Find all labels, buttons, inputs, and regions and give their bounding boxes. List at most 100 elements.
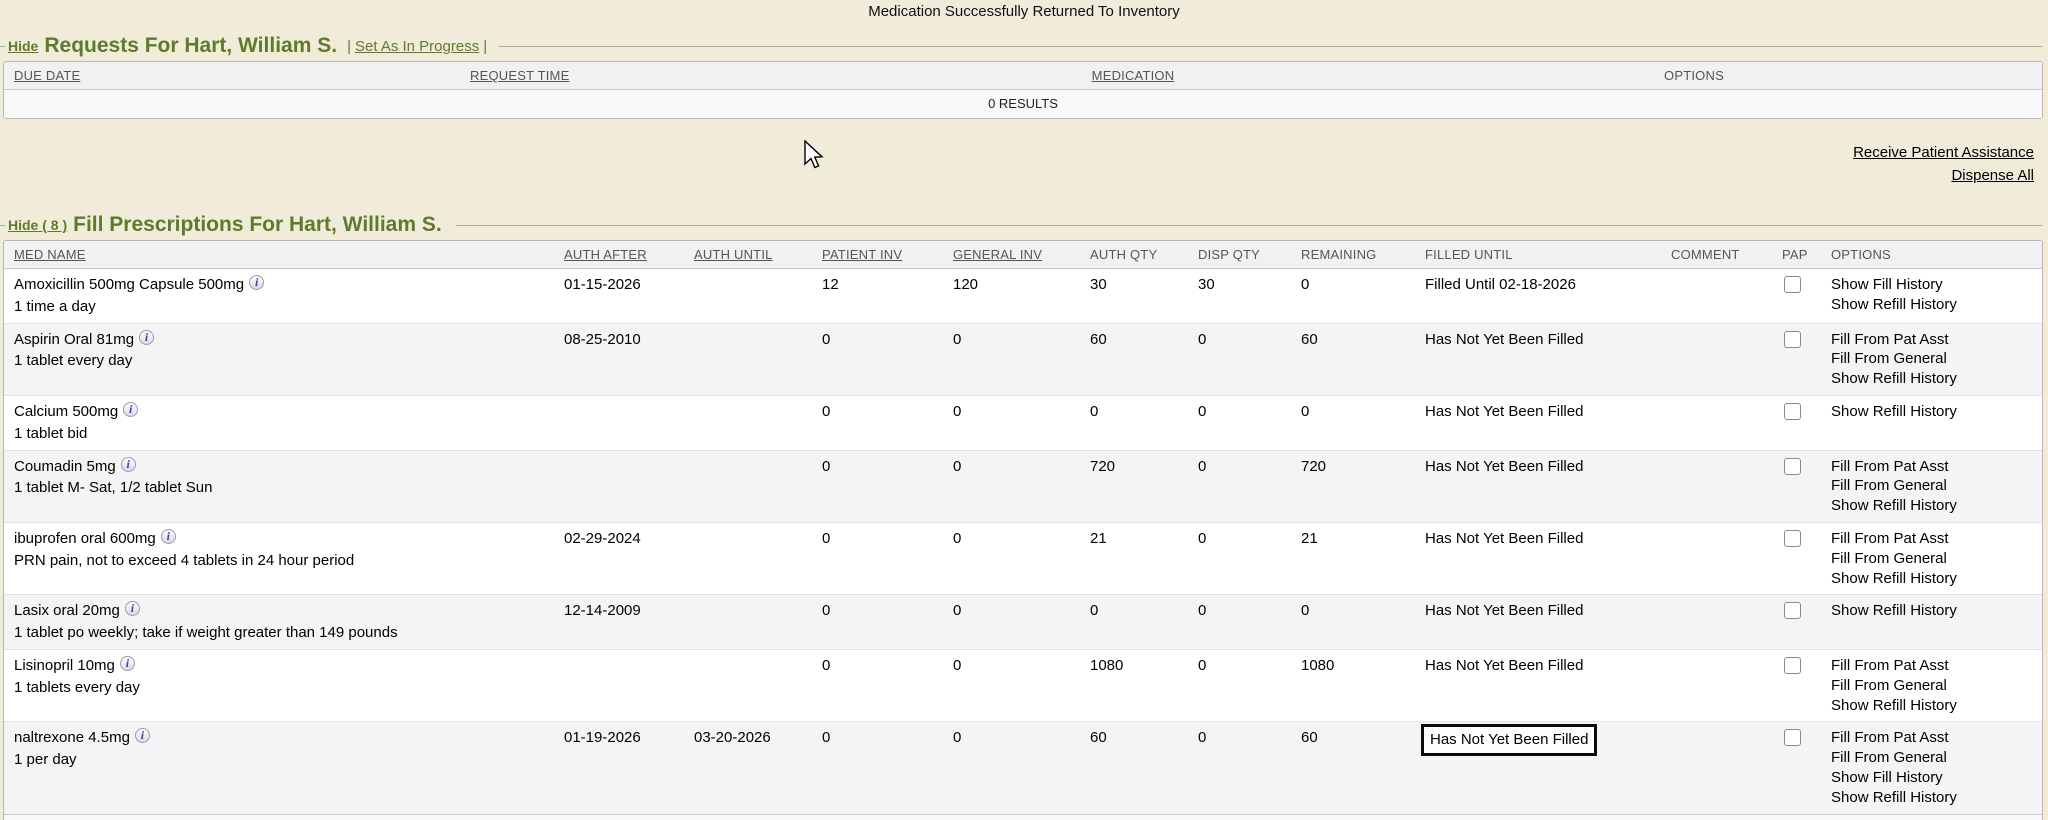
pap-checkbox[interactable]	[1784, 458, 1801, 475]
option-link[interactable]: Show Refill History	[1831, 569, 2038, 589]
column-header-auth-after[interactable]: AUTH AFTER	[554, 241, 684, 268]
filled-until-text: Has Not Yet Been Filled	[1425, 457, 1583, 477]
med-name-cell: Amoxicillin 500mg Capsule 500mgi 1 time …	[4, 269, 554, 323]
filled-until-cell: Has Not Yet Been Filled	[1415, 396, 1661, 450]
pap-checkbox[interactable]	[1784, 403, 1801, 420]
pap-cell	[1772, 451, 1821, 522]
patient-inv-cell: 0	[812, 451, 943, 522]
auth-until-cell	[684, 269, 812, 323]
auth-after-cell	[554, 451, 684, 522]
general-inv-cell: 0	[943, 595, 1080, 649]
requests-table: DUE DATE REQUEST TIME MEDICATION OPTIONS…	[3, 61, 2043, 119]
patient-inv-cell: 0	[812, 523, 943, 594]
disp-qty-cell: 0	[1188, 324, 1291, 395]
fill-prescriptions-section: Hide ( 8 ) Fill Prescriptions For Hart, …	[0, 213, 2048, 820]
option-link[interactable]: Fill From General	[1831, 349, 2038, 369]
option-link[interactable]: Fill From General	[1831, 549, 2038, 569]
general-inv-cell: 0	[943, 650, 1080, 721]
info-icon[interactable]: i	[120, 656, 135, 671]
remaining-cell: 21	[1291, 523, 1415, 594]
pap-checkbox[interactable]	[1784, 602, 1801, 619]
disp-qty-cell: 0	[1188, 451, 1291, 522]
option-link[interactable]: Fill From Pat Asst	[1831, 330, 2038, 350]
pipe-separator: |	[347, 38, 351, 55]
option-link[interactable]: Show Refill History	[1831, 402, 2038, 422]
displaying-count: DISPLAYING 1-8 / 8	[4, 814, 2042, 820]
fill-table-body: Amoxicillin 500mg Capsule 500mgi 1 time …	[4, 269, 2042, 814]
info-icon[interactable]: i	[135, 728, 150, 743]
disp-qty-cell: 0	[1188, 396, 1291, 450]
info-icon[interactable]: i	[121, 457, 136, 472]
column-header-medication[interactable]: MEDICATION	[920, 62, 1340, 89]
hide-requests-link[interactable]: Hide	[8, 38, 38, 54]
patient-inv-cell: 0	[812, 722, 943, 813]
remaining-cell: 60	[1291, 324, 1415, 395]
info-icon[interactable]: i	[139, 330, 154, 345]
option-link[interactable]: Show Refill History	[1831, 295, 2038, 315]
prescription-row: Amoxicillin 500mg Capsule 500mgi 1 time …	[4, 269, 2042, 324]
auth-qty-cell: 0	[1080, 595, 1188, 649]
pap-checkbox[interactable]	[1784, 657, 1801, 674]
column-header-patient-inv[interactable]: PATIENT INV	[812, 241, 943, 268]
option-link[interactable]: Fill From General	[1831, 676, 2038, 696]
option-link[interactable]: Show Refill History	[1831, 601, 2038, 621]
page: Medication Successfully Returned To Inve…	[0, 0, 2048, 820]
column-header-auth-qty: AUTH QTY	[1080, 241, 1188, 268]
option-link[interactable]: Fill From Pat Asst	[1831, 529, 2038, 549]
filled-until-cell: Has Not Yet Been Filled	[1415, 523, 1661, 594]
info-icon[interactable]: i	[249, 275, 264, 290]
auth-until-cell	[684, 595, 812, 649]
column-header-med-name[interactable]: MED NAME	[4, 241, 554, 268]
option-link[interactable]: Fill From Pat Asst	[1831, 728, 2038, 748]
remaining-cell: 60	[1291, 722, 1415, 813]
info-icon[interactable]: i	[123, 402, 138, 417]
requests-legend: Hide Requests For Hart, William S. | Set…	[0, 34, 2048, 58]
option-link[interactable]: Fill From Pat Asst	[1831, 457, 2038, 477]
med-sig: 1 tablet M- Sat, 1/2 tablet Sun	[14, 478, 550, 498]
pap-checkbox[interactable]	[1784, 530, 1801, 547]
options-cell: Fill From Pat AsstFill From GeneralShow …	[1821, 722, 2042, 813]
pipe-separator: |	[483, 38, 487, 55]
option-link[interactable]: Show Refill History	[1831, 696, 2038, 716]
auth-after-cell: 02-29-2024	[554, 523, 684, 594]
comment-cell	[1661, 722, 1772, 813]
column-header-request-time[interactable]: REQUEST TIME	[460, 62, 920, 89]
column-header-due-date[interactable]: DUE DATE	[4, 62, 460, 89]
comment-cell	[1661, 595, 1772, 649]
fieldset-border-stub	[0, 225, 5, 226]
option-link[interactable]: Show Refill History	[1831, 369, 2038, 389]
option-link[interactable]: Fill From General	[1831, 476, 2038, 496]
disp-qty-cell: 0	[1188, 722, 1291, 813]
med-name-cell: Lisinopril 10mgi 1 tablets every day	[4, 650, 554, 721]
med-name: Amoxicillin 500mg Capsule 500mg	[14, 276, 244, 293]
option-link[interactable]: Show Fill History	[1831, 768, 2038, 788]
med-name: Coumadin 5mg	[14, 458, 116, 475]
option-link[interactable]: Fill From Pat Asst	[1831, 656, 2038, 676]
receive-patient-assistance-link[interactable]: Receive Patient Assistance	[1853, 144, 2034, 161]
med-name: Aspirin Oral 81mg	[14, 331, 134, 348]
column-header-general-inv[interactable]: GENERAL INV	[943, 241, 1080, 268]
auth-until-cell	[684, 451, 812, 522]
option-link[interactable]: Show Refill History	[1831, 496, 2038, 516]
auth-until-cell	[684, 650, 812, 721]
info-icon[interactable]: i	[161, 529, 176, 544]
info-icon[interactable]: i	[125, 601, 140, 616]
pap-checkbox[interactable]	[1784, 331, 1801, 348]
pap-checkbox[interactable]	[1784, 276, 1801, 293]
dispense-all-link[interactable]: Dispense All	[1951, 167, 2034, 184]
option-link[interactable]: Show Fill History	[1831, 275, 2038, 295]
auth-after-cell: 08-25-2010	[554, 324, 684, 395]
hide-fill-link[interactable]: Hide ( 8 )	[8, 217, 67, 233]
option-link[interactable]: Fill From General	[1831, 748, 2038, 768]
option-link[interactable]: Show Refill History	[1831, 788, 2038, 808]
column-header-auth-until[interactable]: AUTH UNTIL	[684, 241, 812, 268]
pap-cell	[1772, 650, 1821, 721]
set-as-in-progress-link[interactable]: Set As In Progress	[355, 38, 479, 55]
general-inv-cell: 0	[943, 324, 1080, 395]
disp-qty-cell: 0	[1188, 523, 1291, 594]
pap-checkbox[interactable]	[1784, 729, 1801, 746]
general-inv-cell: 0	[943, 523, 1080, 594]
requests-table-header: DUE DATE REQUEST TIME MEDICATION OPTIONS	[4, 62, 2042, 90]
options-cell: Fill From Pat AsstFill From GeneralShow …	[1821, 451, 2042, 522]
pap-cell	[1772, 523, 1821, 594]
